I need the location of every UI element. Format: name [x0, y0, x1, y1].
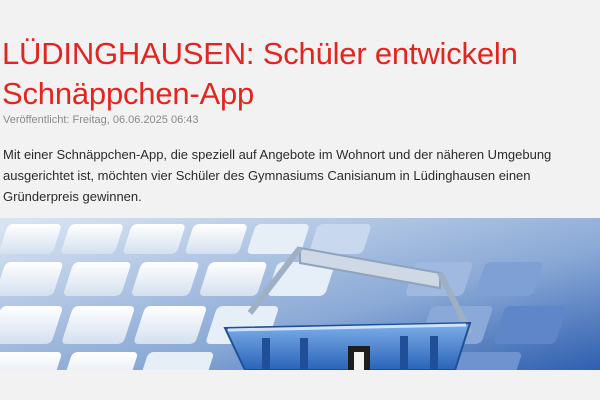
article-headline: LÜDINGHAUSEN: Schüler entwickeln Schnäpp…: [2, 36, 518, 111]
publish-date: Veröffentlicht: Freitag, 06.06.2025 06:4…: [3, 114, 199, 126]
hero-image: [0, 218, 600, 370]
article-teaser: Mit einer Schnäppchen-App, die speziell …: [3, 147, 552, 204]
keyboard-basket-illustration: [0, 218, 600, 370]
